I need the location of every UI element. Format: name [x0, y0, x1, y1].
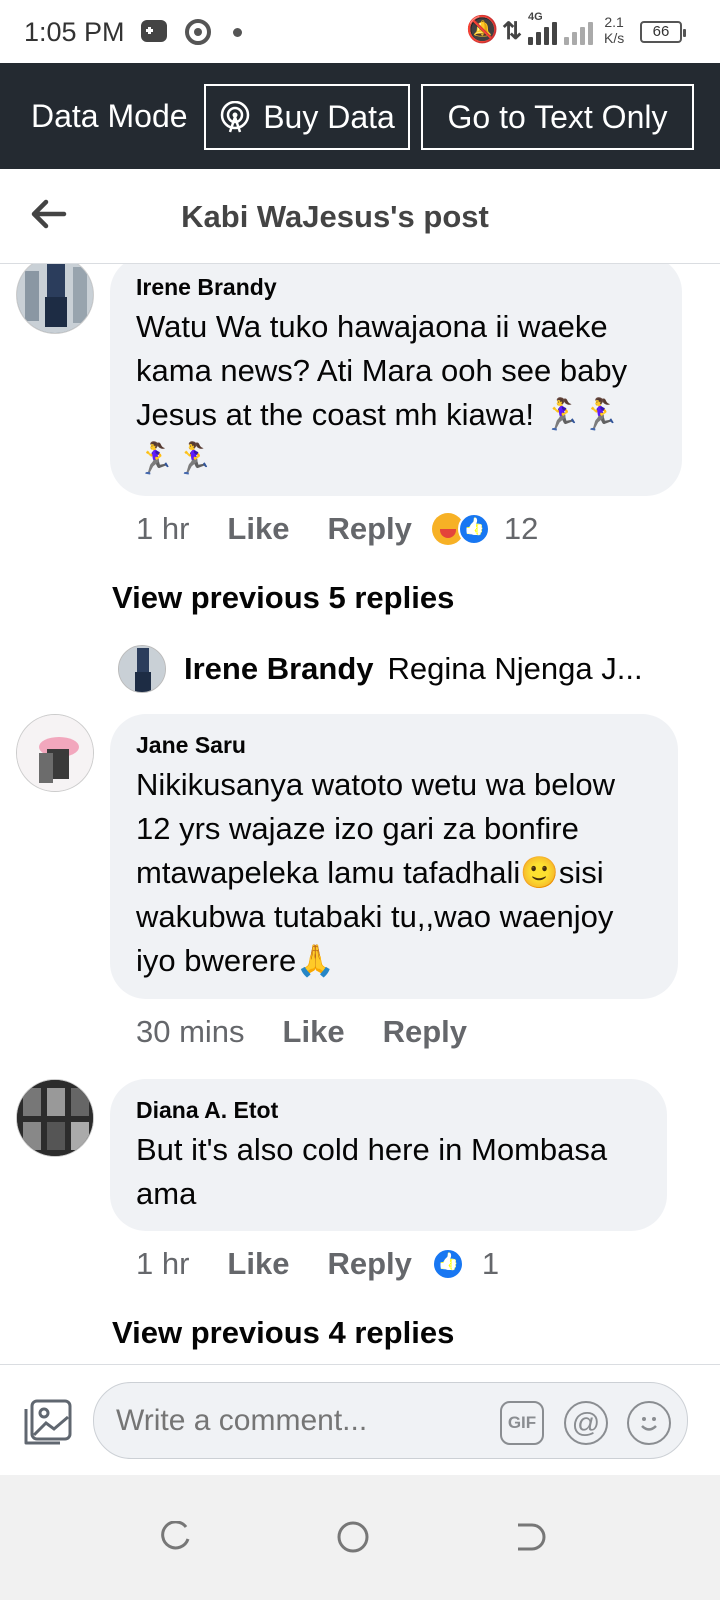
comment-meta: 1 hr Like Reply 1 — [136, 1246, 499, 1282]
comment-meta: 1 hr Like Reply 12 — [136, 511, 538, 547]
comment-text: Watu Wa tuko hawajaona ii waeke kama new… — [136, 309, 628, 476]
back-icon[interactable] — [514, 1521, 546, 1553]
reply-author: Irene Brandy — [184, 651, 374, 686]
data-arrows-icon: ⇅ — [502, 18, 523, 45]
bell-off-icon: 🔕 — [466, 14, 499, 44]
comment-author[interactable]: Diana A. Etot — [136, 1097, 641, 1124]
buy-data-button[interactable]: Buy Data — [204, 84, 410, 150]
net-speed-unit: K/s — [604, 30, 625, 46]
comment-bubble[interactable]: Jane Saru Nikikusanya watoto wetu wa bel… — [110, 714, 678, 999]
reply-text: Regina Njenga J... — [387, 651, 643, 686]
status-bar: 1:05 PM 🔕 ⇅ 4G 2.1 K/s 66 — [0, 0, 720, 64]
post-header: Kabi WaJesus's post — [0, 169, 720, 264]
reply-button[interactable]: Reply — [327, 511, 411, 547]
view-previous-replies[interactable]: View previous 5 replies — [112, 580, 454, 616]
text-only-button[interactable]: Go to Text Only — [421, 84, 694, 150]
data-mode-label: Data Mode — [31, 98, 188, 134]
reaction-count: 12 — [503, 511, 539, 546]
reactions[interactable]: 1 — [431, 1246, 500, 1282]
gif-icon[interactable]: GIF — [500, 1401, 544, 1445]
reply-button[interactable]: Reply — [327, 1246, 411, 1282]
comment-time: 1 hr — [136, 511, 190, 546]
status-time: 1:05 PM — [24, 17, 125, 47]
comment-text: But it's also cold here in Mombasa ama — [136, 1132, 608, 1211]
chrome-icon — [185, 19, 211, 45]
comment-composer: GIF @ — [0, 1364, 720, 1475]
system-nav-bar — [0, 1475, 720, 1600]
reactions[interactable]: 12 — [431, 511, 539, 547]
comment-meta: 30 mins Like Reply — [136, 1014, 467, 1050]
net-speed-value: 2.1 — [604, 14, 624, 30]
battery-icon: 66 — [640, 21, 686, 43]
broadcast-icon — [219, 100, 251, 133]
like-button[interactable]: Like — [227, 1246, 289, 1282]
comment-bubble[interactable]: Irene Brandy Watu Wa tuko hawajaona ii w… — [110, 264, 682, 496]
comment-time: 1 hr — [136, 1246, 190, 1281]
comment-time: 30 mins — [136, 1014, 245, 1049]
buy-data-label: Buy Data — [263, 98, 395, 135]
comment-text: Nikikusanya watoto wetu wa below 12 yrs … — [136, 767, 616, 978]
signal-icon: 4G — [528, 11, 594, 45]
avatar[interactable] — [16, 1079, 94, 1157]
mention-icon[interactable]: @ — [564, 1401, 608, 1445]
like-button[interactable]: Like — [227, 511, 289, 547]
like-reaction-icon — [457, 513, 490, 545]
comment-author[interactable]: Jane Saru — [136, 732, 652, 759]
like-button[interactable]: Like — [283, 1014, 345, 1050]
data-mode-bar: Data Mode Buy Data Go to Text Only — [0, 63, 720, 169]
network-type: 4G — [528, 11, 543, 23]
reply-button[interactable]: Reply — [383, 1014, 467, 1050]
avatar[interactable] — [16, 264, 94, 334]
view-previous-replies[interactable]: View previous 4 replies — [112, 1315, 454, 1351]
net-speed: 2.1 K/s — [604, 14, 624, 46]
photo-icon[interactable] — [22, 1399, 72, 1447]
reaction-count: 1 — [481, 1246, 500, 1281]
reply-preview[interactable]: Irene Brandy Regina Njenga J... — [118, 645, 643, 693]
page-title: Kabi WaJesus's post — [181, 199, 489, 234]
emoji-icon[interactable] — [627, 1401, 671, 1445]
home-icon[interactable] — [337, 1521, 369, 1553]
dot-icon — [233, 28, 242, 37]
comment-bubble[interactable]: Diana A. Etot But it's also cold here in… — [110, 1079, 667, 1231]
game-icon — [141, 20, 167, 42]
avatar[interactable] — [16, 714, 94, 792]
recents-icon[interactable] — [160, 1520, 192, 1553]
like-reaction-icon — [431, 1248, 464, 1280]
comment-author[interactable]: Irene Brandy — [136, 274, 656, 301]
reply-avatar — [118, 645, 166, 693]
comments-list: Irene Brandy Watu Wa tuko hawajaona ii w… — [0, 264, 720, 1364]
